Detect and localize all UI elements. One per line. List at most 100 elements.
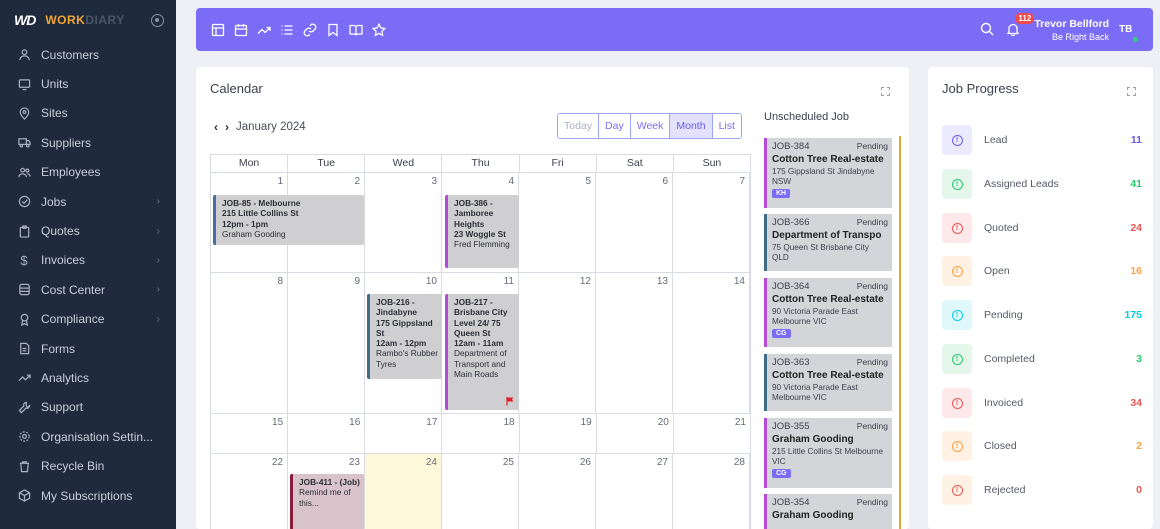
sidebar-item-quotes[interactable]: Quotes › [0,216,176,245]
info-circle-icon: ! [942,431,972,461]
unscheduled-job-card[interactable]: JOB-366 Pending Department of Transpo 75 … [764,214,892,271]
bookmark-icon[interactable] [325,22,341,38]
calendar-day[interactable]: 13 [596,273,673,413]
clipboard-icon [17,224,31,238]
sidebar-item-label: Analytics [41,370,90,385]
job-progress-item[interactable]: ! Quoted 24 [942,213,1142,243]
day-number: 6 [662,176,668,187]
sidebar-item-recycle-bin[interactable]: Recycle Bin [0,451,176,480]
week-view-button[interactable]: Week [630,114,671,138]
calendar-day[interactable]: 6 [596,173,673,272]
sidebar-item-label: My Subscriptions [41,488,133,503]
calendar-day[interactable]: 25 [442,454,519,529]
notification-badge: 112 [1015,12,1035,24]
calendar-day[interactable]: 19 [520,414,597,453]
trend-icon [17,371,31,385]
month-view-button[interactable]: Month [670,114,713,138]
bell-icon [1007,23,1020,37]
sidebar-item-label: Suppliers [41,135,92,150]
job-progress-item[interactable]: ! Rejected 0 [942,475,1142,505]
calendar-day-today[interactable]: 24 [365,454,442,529]
calendar-event[interactable]: JOB-217 - Brisbane City Level 24/ 75 Que… [445,294,519,410]
calendar-day[interactable]: 16 [288,414,366,453]
job-progress-item[interactable]: ! Lead 11 [942,125,1142,155]
job-progress-item[interactable]: ! Closed 2 [942,431,1142,461]
user-menu[interactable]: Trevor Bellford Be Right Back [1034,18,1109,42]
trend-icon[interactable] [256,22,272,38]
calendar-day[interactable]: 9 [288,273,365,413]
calendar-icon[interactable] [233,22,249,38]
sidebar-item-suppliers[interactable]: Suppliers [0,128,176,157]
job-progress-item[interactable]: ! Open 16 [942,256,1142,286]
unscheduled-job-card[interactable]: JOB-364 Pending Cotton Tree Real-estate 9… [764,278,892,347]
day-number: 9 [354,276,360,287]
calendar-day[interactable]: 22 [211,454,288,529]
calendar-day[interactable]: 26 [519,454,596,529]
calendar-day[interactable]: 12 [519,273,596,413]
unscheduled-job-list[interactable]: JOB-384 Pending Cotton Tree Real-estate 1… [761,136,901,529]
job-progress-label: Completed [984,353,1035,365]
sidebar-item-support[interactable]: Support [0,393,176,422]
sidebar-item-customers[interactable]: Customers [0,40,176,69]
unscheduled-job-card[interactable]: JOB-363 Pending Cotton Tree Real-estate 9… [764,354,892,411]
link-icon[interactable] [302,22,318,38]
chevron-right-icon: › [156,196,160,208]
list-icon[interactable] [279,22,295,38]
calendar-day[interactable]: 18 [442,414,520,453]
avatar[interactable]: TB [1119,24,1139,43]
sidebar-item-invoices[interactable]: $ Invoices › [0,246,176,275]
sidebar-item-label: Compliance [41,312,105,327]
calendar-day[interactable]: 20 [597,414,674,453]
sidebar-item-jobs[interactable]: Jobs › [0,187,176,216]
expand-icon[interactable] [881,87,890,96]
calendar-event[interactable]: JOB-411 - (Job) Remind me of this... [290,474,364,529]
calendar-event[interactable]: JOB-216 - Jindabyne 175 Gippsland St 12a… [367,294,442,379]
expand-icon[interactable] [1127,87,1136,96]
sidebar-item-employees[interactable]: Employees [0,158,176,187]
calendar-day[interactable]: 8 [211,273,288,413]
chevron-right-icon: › [156,254,160,266]
calendar-day[interactable]: 14 [673,273,750,413]
sidebar-item-my-subscriptions[interactable]: My Subscriptions [0,481,176,510]
next-month-button[interactable]: › [225,120,229,134]
sidebar-item-sites[interactable]: Sites [0,99,176,128]
job-progress-item[interactable]: ! Assigned Leads 41 [942,169,1142,199]
sidebar-item-analytics[interactable]: Analytics [0,363,176,392]
sidebar-item-cost-center[interactable]: Cost Center › [0,275,176,304]
job-progress-item[interactable]: ! Completed 3 [942,344,1142,374]
sidebar-item-units[interactable]: Units [0,69,176,98]
calendar-day[interactable]: 21 [674,414,750,453]
layout-icon[interactable] [210,22,226,38]
unscheduled-job-card[interactable]: JOB-354 Pending Graham Gooding [764,494,892,529]
calendar-week: 8 9 10 11 12 13 14 JOB-216 - Jindabyne 1… [210,272,751,413]
notification-bell[interactable]: 112 [1006,12,1035,38]
sidebar-item-organisation-settings[interactable]: Organisation Settin... [0,422,176,451]
book-icon[interactable] [348,22,364,38]
day-view-button[interactable]: Day [599,114,631,138]
list-view-button[interactable]: List [712,114,741,138]
search-icon[interactable] [980,22,996,38]
job-progress-item[interactable]: ! Invoiced 34 [942,388,1142,418]
today-button[interactable]: Today [558,114,600,138]
calendar-event[interactable]: JOB-85 - Melbourne 215 Little Collins St… [213,195,364,245]
unscheduled-job-card[interactable]: JOB-355 Pending Graham Gooding 215 Little… [764,418,892,488]
calendar-day[interactable]: 7 [673,173,750,272]
unscheduled-job-card[interactable]: JOB-384 Pending Cotton Tree Real-estate 1… [764,138,892,208]
calendar-day[interactable]: 5 [519,173,596,272]
sidebar-item-compliance[interactable]: Compliance › [0,305,176,334]
event-time: 12am - 11am [454,338,504,349]
calendar-day[interactable]: 3 [365,173,442,272]
sidebar-item-forms[interactable]: Forms [0,334,176,363]
job-progress-label: Invoiced [984,397,1024,409]
calendar-day[interactable]: 15 [211,414,289,453]
job-progress-count: 24 [1130,222,1142,234]
calendar-day[interactable]: 28 [673,454,750,529]
prev-month-button[interactable]: ‹ [214,120,218,134]
event-title: JOB-217 - Brisbane City [454,297,508,318]
calendar-day[interactable]: 27 [596,454,673,529]
sidebar-toggle-icon[interactable] [151,13,164,27]
star-icon[interactable] [371,22,387,38]
calendar-event[interactable]: JOB-386 - Jamboree Heights 23 Woggle St … [445,195,519,268]
calendar-day[interactable]: 17 [365,414,443,453]
job-progress-item[interactable]: ! Pending 175 [942,300,1142,330]
